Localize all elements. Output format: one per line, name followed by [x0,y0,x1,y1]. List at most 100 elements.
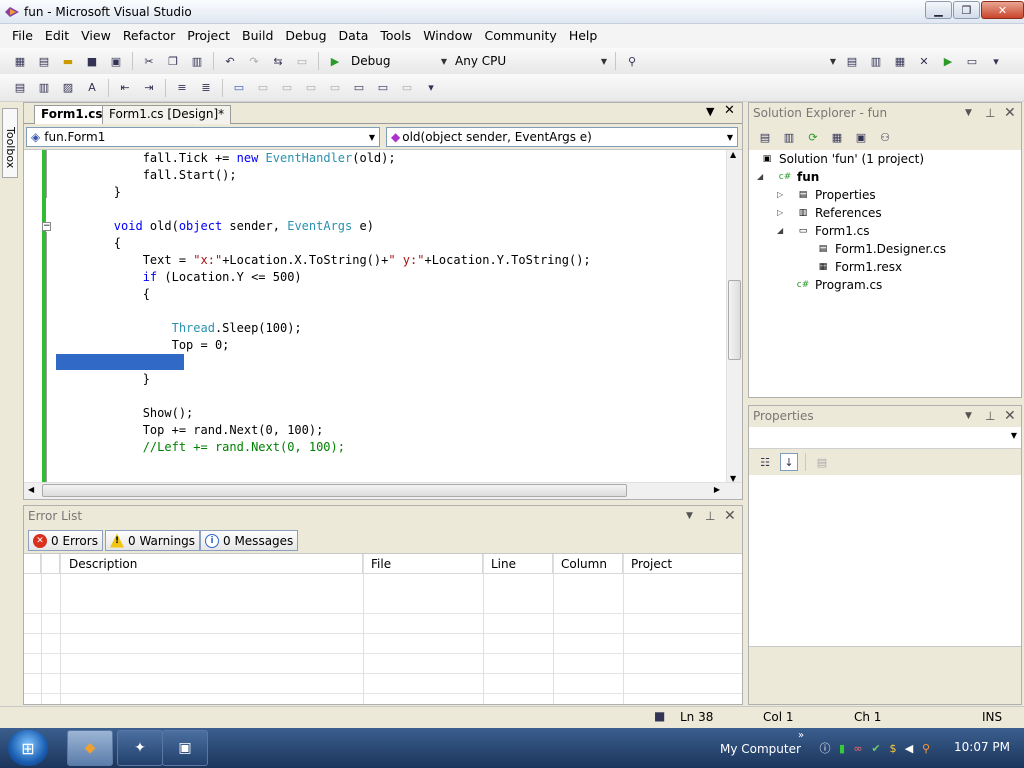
types-combo[interactable]: ◈ fun.Form1 ▼ [26,127,380,147]
active-files-dropdown-icon[interactable]: ▼ [706,105,714,118]
code-text-area[interactable]: − fall.Tick += new EventHandler(old); fa… [24,150,726,483]
view-designer-icon[interactable]: ▣ [852,128,870,146]
solution-explorer-icon[interactable]: ▤ [843,52,861,70]
auto-hide-pin-icon[interactable]: ⊥ [705,506,715,527]
save-all-icon[interactable]: ▣ [107,52,125,70]
volume-icon[interactable]: ◀ [902,740,916,756]
tree-item-solution[interactable]: ▣ Solution 'fun' (1 project) [759,150,924,168]
categorized-icon[interactable]: ☷ [756,453,774,471]
menu-data[interactable]: Data [333,24,375,48]
search-icon[interactable]: ⚲ [919,740,933,756]
collapse-icon[interactable]: − [42,222,51,231]
uncomment-lines-icon[interactable]: ≣ [197,79,215,97]
close-pane-icon[interactable]: ✕ [1004,406,1016,427]
column-header-column[interactable]: Column [553,554,623,574]
menu-file[interactable]: File [6,24,39,48]
collapsed-icon[interactable]: ▷ [777,190,783,199]
scrollbar-thumb[interactable] [728,280,741,360]
open-folder-icon[interactable]: ▬ [59,52,77,70]
quick-info-icon[interactable]: ▨ [59,79,77,97]
menu-view[interactable]: View [75,24,117,48]
auto-hide-pin-icon[interactable]: ⊥ [985,103,995,124]
undo-icon[interactable]: ↶ [221,52,239,70]
refresh-icon[interactable]: ⟳ [804,128,822,146]
menu-build[interactable]: Build [236,24,279,48]
toolbox-tab[interactable]: Toolbox [2,108,18,178]
menu-project[interactable]: Project [181,24,236,48]
tree-item-form1[interactable]: ▭ Form1.cs [795,222,870,240]
tree-item-form1-designer[interactable]: ▤ Form1.Designer.cs [815,240,946,258]
properties-icon[interactable]: ▤ [756,128,774,146]
toolbar-options-icon[interactable]: ▾ [422,79,440,97]
start-page-icon[interactable]: ▶ [939,52,957,70]
taskbar-visual-studio[interactable]: ◆ [67,730,113,766]
scrollbar-thumb[interactable] [42,484,627,497]
tree-item-form1-resx[interactable]: ▦ Form1.resx [815,258,902,276]
column-header-file[interactable]: File [363,554,483,574]
tab-form1-design[interactable]: Form1.cs [Design]* [102,105,232,124]
vertical-scrollbar[interactable]: ▲ ▼ [726,150,742,483]
window-position-icon[interactable]: ▼ [965,103,972,124]
alphabetical-icon[interactable]: ↓ [780,453,798,471]
paste-icon[interactable]: ▥ [188,52,206,70]
other-windows-icon[interactable]: ▭ [963,52,981,70]
increase-indent-icon[interactable]: ⇥ [140,79,158,97]
expanded-icon[interactable]: ◢ [757,172,763,181]
errors-filter-button[interactable]: ✕ 0 Errors [28,530,103,551]
next-bookmark-folder-icon[interactable]: ▭ [326,79,344,97]
messages-filter-button[interactable]: i 0 Messages [200,530,299,551]
word-completion-icon[interactable]: A [83,79,101,97]
toolbar-expand-icon[interactable]: » [798,730,804,741]
navigate-icon[interactable]: ⇆ [269,52,287,70]
security-icon[interactable]: $ [886,740,900,756]
auto-hide-pin-icon[interactable]: ⊥ [985,406,995,427]
taskbar-app-3[interactable]: ▣ [162,730,208,766]
redo-icon[interactable]: ↷ [245,52,263,70]
view-code-icon[interactable]: ▦ [828,128,846,146]
cut-icon[interactable]: ✂ [140,52,158,70]
scroll-up-icon[interactable]: ▲ [730,150,736,159]
close-pane-icon[interactable]: ✕ [1004,103,1016,124]
column-header-icon[interactable] [24,554,41,574]
new-project-icon[interactable]: ▦ [11,52,29,70]
object-browser-icon[interactable]: ▦ [891,52,909,70]
members-combo[interactable]: ◆ old(object sender, EventArgs e) ▼ [386,127,738,147]
add-item-icon[interactable]: ▤ [35,52,53,70]
display-parameter-info-icon[interactable]: ▥ [35,79,53,97]
decrease-indent-icon[interactable]: ⇤ [116,79,134,97]
previous-bookmark-icon[interactable]: ▭ [254,79,272,97]
solution-configuration-combo[interactable]: Debug ▼ [347,51,451,71]
battery-icon[interactable]: ▮ [835,740,849,756]
menu-refactor[interactable]: Refactor [117,24,181,48]
column-header-description[interactable]: Description [60,554,363,574]
column-header-project[interactable]: Project [623,554,742,574]
copy-icon[interactable]: ❐ [164,52,182,70]
menu-edit[interactable]: Edit [39,24,75,48]
minimize-button[interactable]: ▁ [925,1,952,19]
close-pane-icon[interactable]: ✕ [724,506,736,527]
horizontal-scrollbar[interactable]: ◀ ▶ [24,482,742,499]
menu-tools[interactable]: Tools [374,24,417,48]
menu-help[interactable]: Help [563,24,604,48]
toolbar-options-icon[interactable]: ▾ [987,52,1005,70]
expanded-icon[interactable]: ◢ [777,226,783,235]
toolbox-icon[interactable]: ✕ [915,52,933,70]
next-bookmark-document-icon[interactable]: ▭ [374,79,392,97]
previous-bookmark-document-icon[interactable]: ▭ [350,79,368,97]
solution-platform-combo[interactable]: Any CPU ▼ [451,51,611,71]
column-header-line[interactable]: Line [483,554,553,574]
start-button[interactable]: ⊞ [8,730,48,766]
tree-item-references[interactable]: ▥ References [795,204,882,222]
taskbar-app-2[interactable]: ✦ [117,730,163,766]
tree-item-properties[interactable]: ▤ Properties [795,186,876,204]
clear-bookmarks-icon[interactable]: ▭ [398,79,416,97]
properties-window-icon[interactable]: ▥ [867,52,885,70]
column-header-index[interactable] [41,554,60,574]
window-position-icon[interactable]: ▼ [686,506,693,527]
tree-item-program[interactable]: c# Program.cs [795,276,883,294]
restore-button[interactable]: ❐ [953,1,980,19]
info-icon[interactable]: ⓘ [818,740,832,756]
scroll-left-icon[interactable]: ◀ [28,485,34,494]
collapsed-icon[interactable]: ▷ [777,208,783,217]
toggle-bookmark-icon[interactable]: ▭ [230,79,248,97]
